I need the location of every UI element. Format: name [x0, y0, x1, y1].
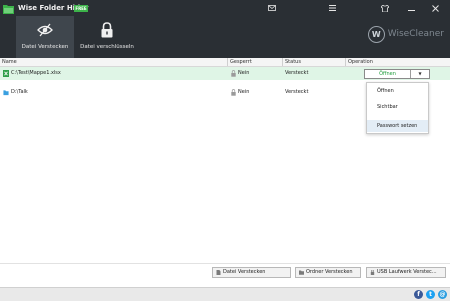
column-header-operation[interactable]: Operation — [346, 58, 450, 66]
file-path: D:\Talk — [11, 89, 28, 95]
folder-icon — [299, 270, 304, 275]
mail-icon[interactable] — [265, 2, 279, 14]
file-icon — [216, 270, 221, 275]
excel-file-icon — [3, 70, 9, 77]
table-header: Name Gesperrt Status Operation — [0, 58, 450, 67]
lock-icon — [231, 89, 236, 96]
app-logo-icon — [3, 5, 14, 14]
button-label: USB Laufwerk Verstec... — [377, 269, 437, 275]
table-row[interactable]: C:\Test\Mappe1.xlsx Nein Versteckt Öffne… — [0, 67, 450, 80]
facebook-icon[interactable]: f — [414, 290, 423, 299]
wisecleaner-logo-icon: W — [367, 25, 385, 43]
twitter-icon[interactable]: t — [426, 290, 435, 299]
title-bar: Wise Folder Hider FREE Datei Verstecken … — [0, 0, 450, 58]
operation-select[interactable]: Öffnen ▼ — [364, 69, 430, 79]
lock-icon — [231, 70, 236, 77]
brand-text: WiseCleaner — [387, 29, 444, 39]
operation-selected-value: Öffnen — [379, 71, 396, 77]
lock-icon — [101, 22, 113, 38]
status-bar: f t @ — [0, 287, 450, 301]
menu-item-visible[interactable]: Sichtbar — [367, 101, 428, 113]
button-label: Datei Verstecken — [223, 269, 266, 275]
free-badge: FREE — [74, 5, 88, 12]
tab-label: Datei Verstecken — [21, 44, 69, 50]
menu-icon[interactable] — [325, 2, 339, 14]
operation-dropdown-menu: Öffnen Sichtbar Passwort setzen — [366, 82, 429, 134]
tab-encrypt-files[interactable]: Datei verschlüsseln — [78, 16, 136, 58]
locked-value: Nein — [238, 70, 250, 76]
column-header-locked[interactable]: Gesperrt — [228, 58, 283, 66]
file-path: C:\Test\Mappe1.xlsx — [11, 70, 61, 76]
menu-item-open[interactable]: Öffnen — [367, 85, 428, 97]
status-value: Versteckt — [285, 89, 309, 95]
hide-file-button[interactable]: Datei Verstecken — [212, 267, 291, 278]
eye-slash-icon — [37, 23, 53, 37]
hide-folder-button[interactable]: Ordner Verstecken — [295, 267, 361, 278]
minimize-icon[interactable] — [404, 2, 418, 14]
action-bar: Datei Verstecken Ordner Verstecken USB L… — [0, 263, 450, 281]
hide-usb-drive-button[interactable]: USB Laufwerk Verstec... — [366, 267, 446, 278]
column-header-name[interactable]: Name — [0, 58, 228, 66]
chevron-down-icon[interactable]: ▼ — [412, 70, 428, 78]
tab-hide-files[interactable]: Datei Verstecken — [16, 16, 74, 58]
tab-label: Datei verschlüsseln — [80, 44, 134, 50]
status-value: Versteckt — [285, 70, 309, 76]
wisecleaner-brand[interactable]: W WiseCleaner — [367, 24, 444, 44]
shirt-icon[interactable] — [378, 2, 392, 14]
column-header-status[interactable]: Status — [283, 58, 346, 66]
close-icon[interactable] — [428, 2, 442, 14]
button-label: Ordner Verstecken — [306, 269, 353, 275]
menu-item-set-password[interactable]: Passwort setzen — [367, 120, 428, 132]
locked-value: Nein — [238, 89, 250, 95]
select-divider — [410, 70, 411, 78]
email-icon[interactable]: @ — [438, 290, 447, 299]
folder-icon — [3, 90, 9, 96]
usb-icon — [370, 270, 375, 275]
